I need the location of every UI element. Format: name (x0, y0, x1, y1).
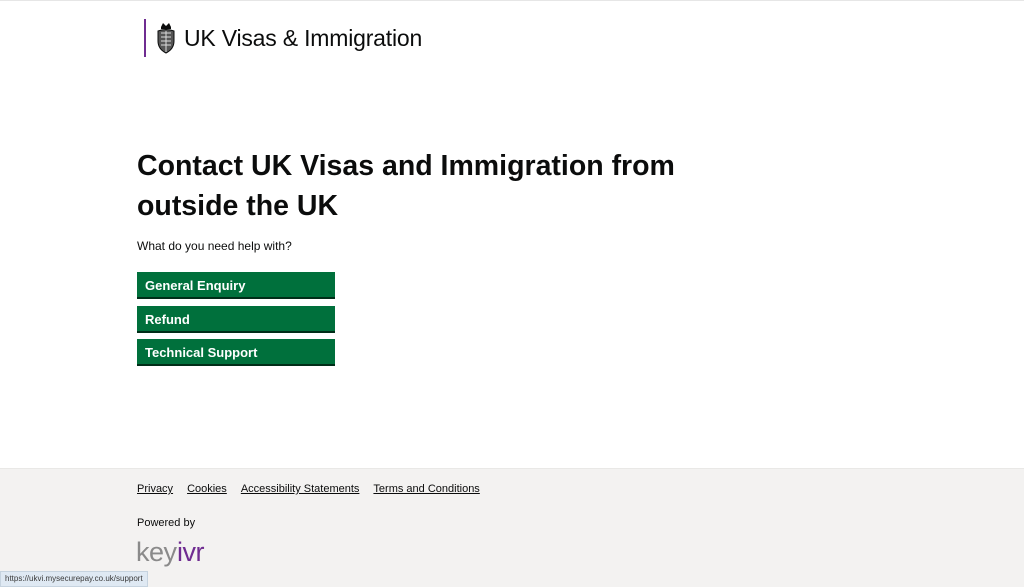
svg-text:key: key (136, 537, 178, 567)
general-enquiry-button[interactable]: General Enquiry (137, 272, 335, 299)
keyivr-logo[interactable]: key ivr (136, 535, 214, 571)
privacy-link[interactable]: Privacy (137, 482, 173, 496)
top-divider (0, 0, 1024, 1)
technical-support-button[interactable]: Technical Support (137, 339, 335, 366)
terms-and-conditions-link[interactable]: Terms and Conditions (373, 482, 479, 496)
accessibility-statements-link[interactable]: Accessibility Statements (241, 482, 360, 496)
site-footer: Privacy Cookies Accessibility Statements… (0, 468, 1024, 587)
site-header: UK Visas & Immigration (144, 19, 422, 57)
brand-name[interactable]: UK Visas & Immigration (184, 19, 422, 57)
powered-by-label: Powered by (137, 517, 196, 529)
help-question: What do you need help with? (137, 239, 292, 253)
svg-text:ivr: ivr (177, 537, 204, 567)
page: UK Visas & Immigration Contact UK Visas … (0, 0, 1024, 587)
status-bar-url: https://ukvi.mysecurepay.co.uk/support (0, 571, 148, 587)
footer-links: Privacy Cookies Accessibility Statements… (137, 482, 480, 496)
brand-color-bar (144, 19, 146, 57)
page-title: Contact UK Visas and Immigration from ou… (137, 150, 675, 222)
refund-button[interactable]: Refund (137, 306, 335, 333)
royal-crest-icon (154, 19, 178, 57)
cookies-link[interactable]: Cookies (187, 482, 227, 496)
